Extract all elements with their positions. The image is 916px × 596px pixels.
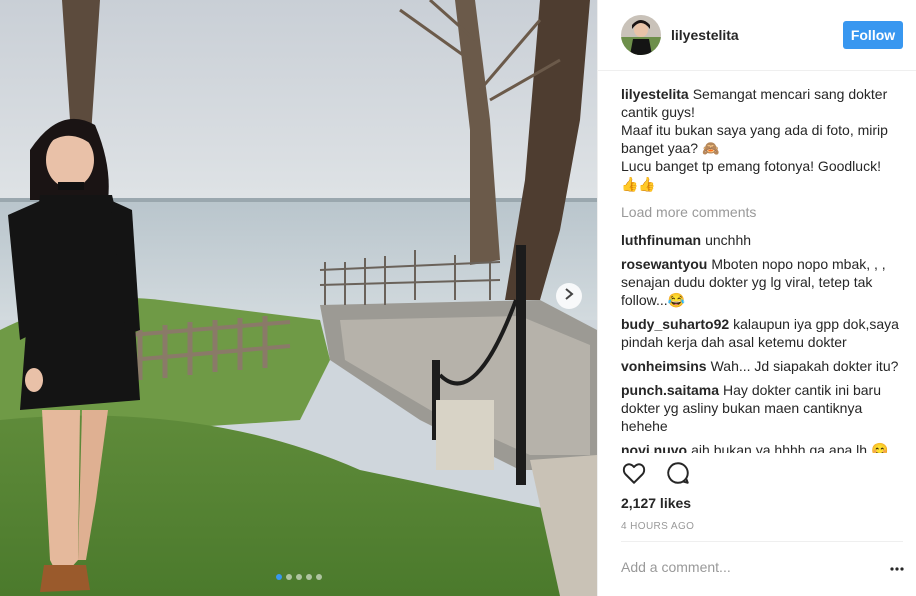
carousel-dot <box>295 574 302 580</box>
comment-text: aih bukan ya hhhh ga apa lh 😊 <box>691 442 889 453</box>
comment-item: budy_suharto92 kalaupun iya gpp dok,saya … <box>621 315 901 351</box>
comment-username[interactable]: budy_suharto92 <box>621 316 729 332</box>
follow-button[interactable]: Follow <box>843 21 903 49</box>
comment-username[interactable]: rosewantyou <box>621 256 707 272</box>
comment-item: rosewantyou Mboten nopo nopo mbak, , , se… <box>621 255 901 309</box>
caption-username[interactable]: lilyestelita <box>621 86 689 102</box>
carousel-dot <box>315 574 322 580</box>
post-header: lilyestelita Follow <box>598 0 916 71</box>
carousel-indicators <box>0 574 597 580</box>
post-side-panel: lilyestelita Follow lilyestelita Semangat… <box>597 0 916 596</box>
comment-username[interactable]: novi.nuvo <box>621 442 687 453</box>
chevron-right-icon <box>564 287 574 305</box>
comments-list: lilyestelita Semangat mencari sang dokter… <box>621 85 901 453</box>
comment-username[interactable]: vonheimsins <box>621 358 707 374</box>
post-photo[interactable] <box>0 0 597 596</box>
comment-item: vonheimsins Wah... Jd siapakah dokter itu… <box>621 357 901 375</box>
comment-text: unchhh <box>705 232 752 248</box>
comment-item: punch.saitama Hay dokter cantik ini baru … <box>621 381 901 435</box>
speech-bubble-icon[interactable] <box>665 460 691 486</box>
carousel-next-button[interactable] <box>556 283 582 309</box>
header-username[interactable]: lilyestelita <box>671 27 843 43</box>
post-timestamp: 4 HOURS AGO <box>621 521 695 532</box>
action-bar <box>621 460 691 486</box>
ellipsis-icon[interactable] <box>890 558 904 576</box>
comment-username[interactable]: punch.saitama <box>621 382 719 398</box>
photo-scene <box>0 0 597 596</box>
caption: lilyestelita Semangat mencari sang dokter… <box>621 85 901 193</box>
comment-item: luthfinuman unchhh <box>621 231 901 249</box>
load-more-comments-link[interactable]: Load more comments <box>621 203 901 221</box>
carousel-dot <box>305 574 312 580</box>
comment-username[interactable]: luthfinuman <box>621 232 701 248</box>
likes-count[interactable]: 2,127 likes <box>621 495 691 511</box>
avatar-image <box>621 15 661 55</box>
heart-icon[interactable] <box>621 460 647 486</box>
instagram-post: lilyestelita Follow lilyestelita Semangat… <box>0 0 916 596</box>
carousel-dot-active <box>275 574 282 580</box>
divider <box>621 541 903 542</box>
add-comment-input[interactable] <box>621 553 861 581</box>
comment-text: Wah... Jd siapakah dokter itu? <box>710 358 899 374</box>
comment-item: novi.nuvo aih bukan ya hhhh ga apa lh 😊 <box>621 441 901 453</box>
carousel-dot <box>285 574 292 580</box>
avatar[interactable] <box>621 15 661 55</box>
